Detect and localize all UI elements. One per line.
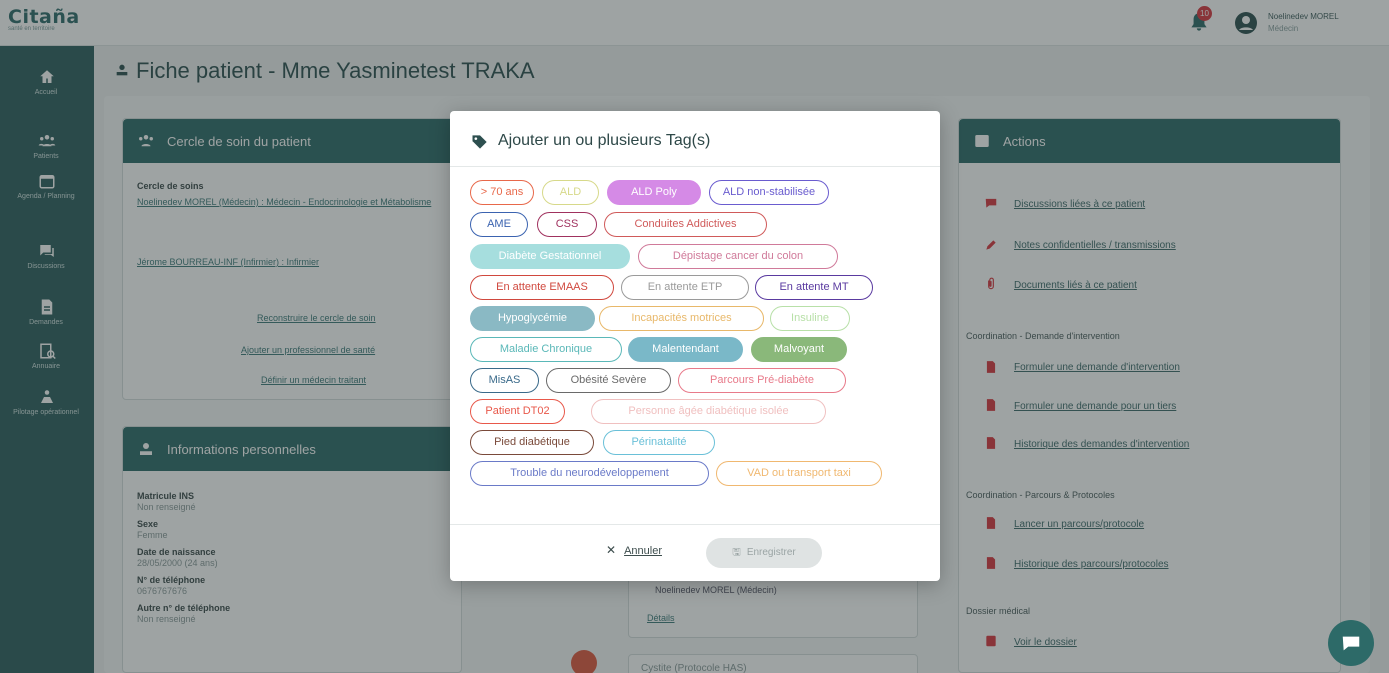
chat-button[interactable] (1328, 620, 1374, 666)
tag-chip[interactable]: En attente EMAAS (470, 275, 614, 300)
tag-chip[interactable]: Personne âgée diabétique isolée (591, 399, 826, 424)
cancel-button[interactable]: ✕ Annuler (606, 543, 662, 563)
chat-bubble-icon (1342, 636, 1360, 651)
tag-chip[interactable]: AME (470, 212, 528, 237)
tag-chip[interactable]: Périnatalité (603, 430, 715, 455)
tag-chip[interactable]: En attente ETP (621, 275, 749, 300)
tag-icon (472, 135, 487, 149)
tag-chip[interactable]: Maladie Chronique (470, 337, 622, 362)
tag-chip[interactable]: Malentendant (628, 337, 743, 362)
close-icon: ✕ (606, 543, 617, 557)
cancel-label: Annuler (624, 545, 662, 557)
tag-chip[interactable]: > 70 ans (470, 180, 534, 205)
tag-chip[interactable]: ALD (542, 180, 599, 205)
save-button[interactable]: 🖫 Enregistrer (706, 538, 822, 568)
tag-chip[interactable]: CSS (537, 212, 597, 237)
tag-chip[interactable]: Dépistage cancer du colon (638, 244, 838, 269)
tag-chip[interactable]: Pied diabétique (470, 430, 594, 455)
tag-chip[interactable]: Incapacités motrices (599, 306, 764, 331)
tag-chip[interactable]: Parcours Pré-diabète (678, 368, 846, 393)
tag-chip[interactable]: Conduites Addictives (604, 212, 767, 237)
divider (450, 166, 940, 167)
tag-chip[interactable]: Diabète Gestationnel (470, 244, 630, 269)
tag-chip[interactable]: Trouble du neurodéveloppement (470, 461, 709, 486)
modal-title: Ajouter un ou plusieurs Tag(s) (498, 132, 711, 149)
save-icon: 🖫 (732, 547, 741, 558)
tag-chip[interactable]: VAD ou transport taxi (716, 461, 882, 486)
add-tags-modal: Ajouter un ou plusieurs Tag(s) > 70 ans A… (450, 111, 940, 581)
tag-chip[interactable]: ALD non-stabilisée (709, 180, 829, 205)
tag-chip[interactable]: Patient DT02 (470, 399, 565, 424)
tag-chip[interactable]: ALD Poly (607, 180, 701, 205)
tag-chip[interactable]: Malvoyant (751, 337, 847, 362)
tag-chip[interactable]: Insuline (770, 306, 850, 331)
tag-chip[interactable]: MisAS (470, 368, 539, 393)
tag-chip[interactable]: Obésité Sevère (546, 368, 671, 393)
save-label: Enregistrer (746, 547, 796, 558)
divider (450, 524, 940, 525)
tag-chip[interactable]: Hypoglycémie (470, 306, 595, 331)
tag-chip[interactable]: En attente MT (755, 275, 873, 300)
